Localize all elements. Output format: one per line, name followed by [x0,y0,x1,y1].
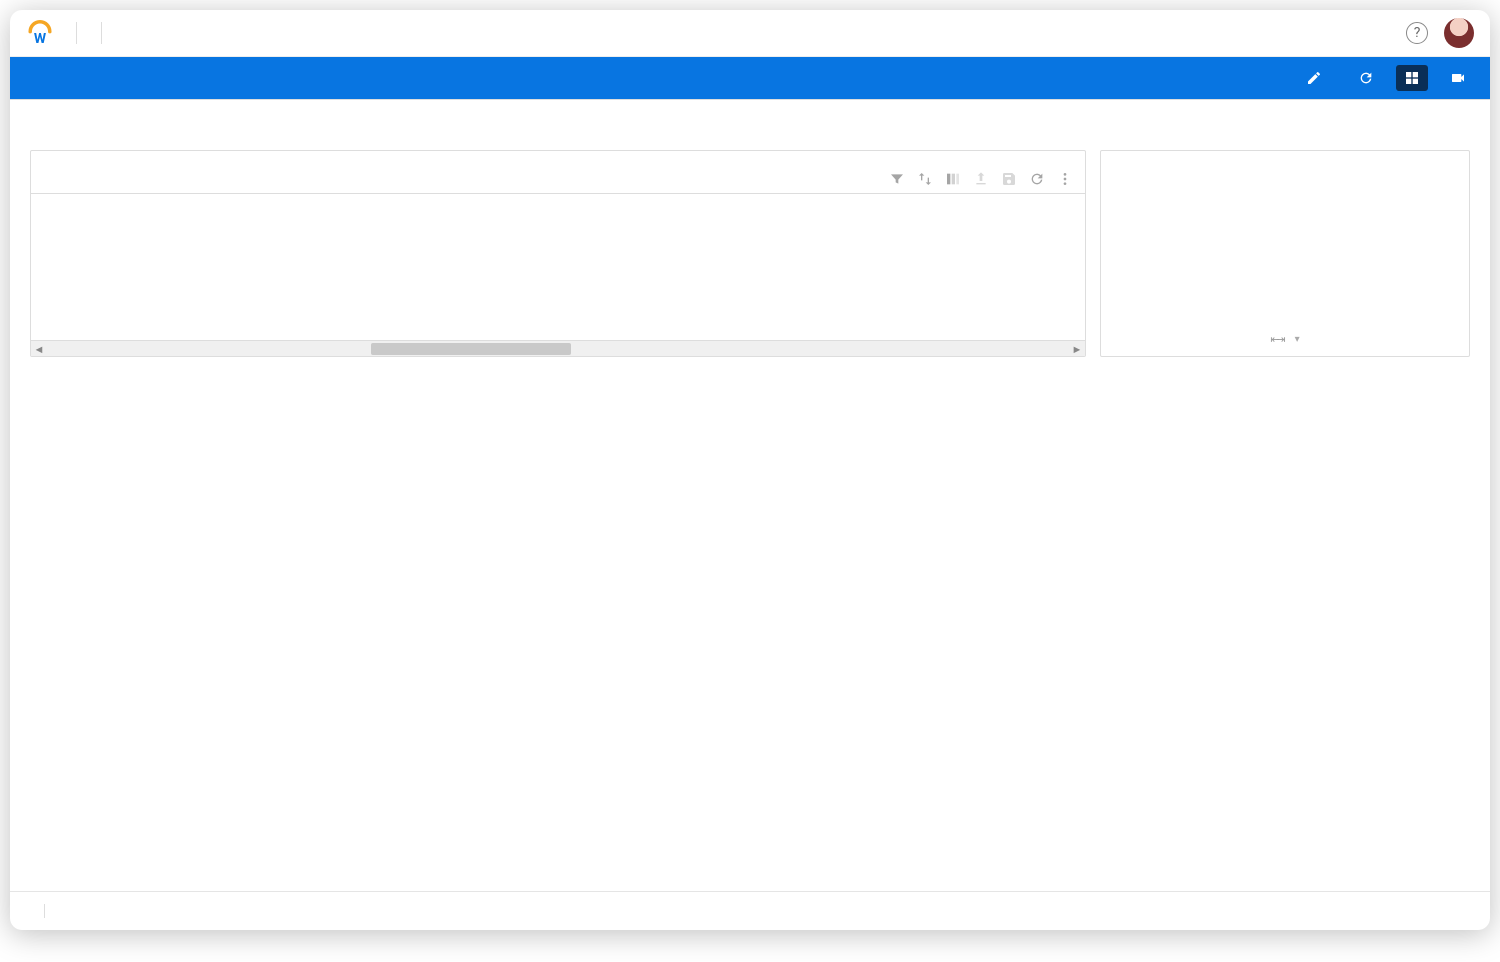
help-icon[interactable]: ? [1406,22,1428,44]
workforce-plan-table-panel: ◄ ► [30,150,1086,357]
scroll-thumb[interactable] [371,343,571,355]
nav-arrows-icon: ⇤ ⇥ [1270,333,1282,346]
edit-button[interactable] [1298,65,1336,91]
app-header: W ? [10,10,1490,57]
divider [44,904,45,918]
divider [76,22,77,44]
filter-icon[interactable] [889,171,905,187]
divider [101,22,102,44]
columns-icon[interactable] [945,171,961,187]
user-avatar[interactable] [1444,18,1474,48]
refresh-button[interactable] [1350,65,1382,91]
horizontal-scrollbar[interactable]: ◄ ► [31,340,1085,356]
chevron-down-icon: ▾ [1295,334,1300,345]
save-icon[interactable] [1001,171,1017,187]
reload-icon[interactable] [1029,171,1045,187]
table-toolbar [31,167,1085,193]
sort-icon[interactable] [917,171,933,187]
svg-text:W: W [34,31,47,47]
scroll-right-icon[interactable]: ► [1071,343,1083,355]
more-icon[interactable] [1057,171,1073,187]
pie-footer[interactable]: ⇤ ⇥ ▾ [1270,323,1299,346]
workday-logo[interactable]: W [26,19,54,47]
cost-of-work-panel: ⇤ ⇥ ▾ [1100,150,1470,357]
grid-view-button[interactable] [1396,65,1428,91]
table-title [31,151,1085,167]
cost-of-work-pie-chart [1200,167,1370,317]
export-icon[interactable] [973,171,989,187]
page-footer [10,891,1490,930]
dashboard-toolbar [10,57,1490,99]
scroll-left-icon[interactable]: ◄ [33,343,45,355]
present-button[interactable] [1442,65,1474,91]
